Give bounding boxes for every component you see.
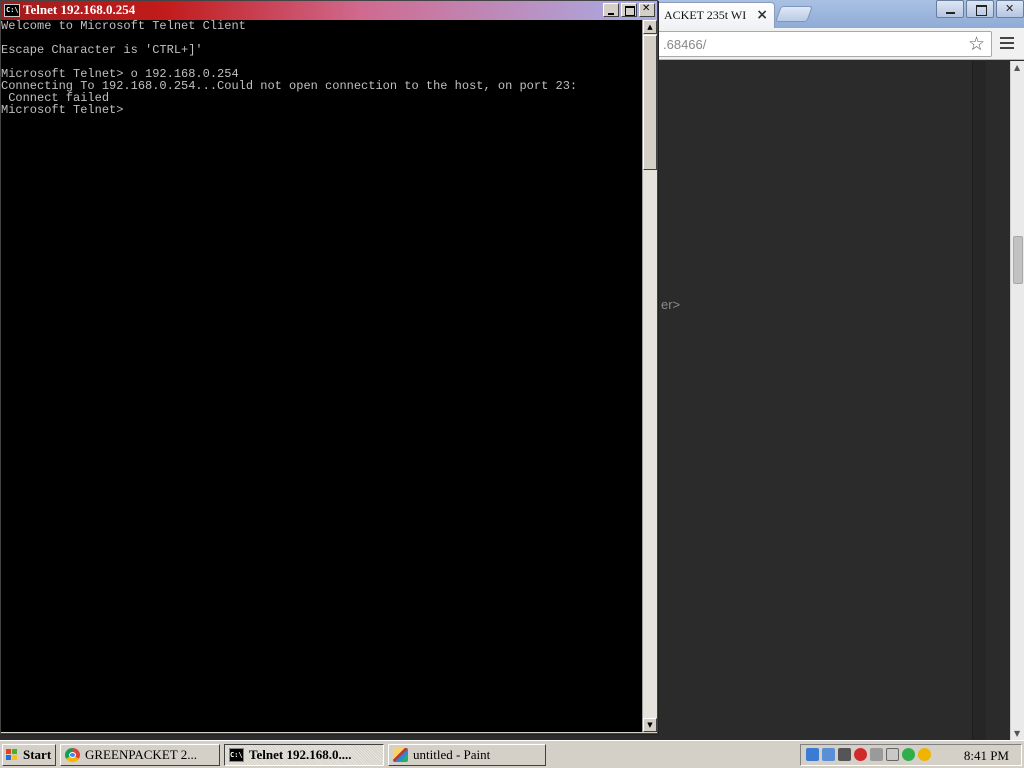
connection-icon[interactable] [838,748,851,761]
window-title: Telnet 192.168.0.254 [23,2,136,17]
page-scrollbar[interactable]: ▲ ▼ [1010,61,1024,740]
taskbar-item-telnet[interactable]: C:\ Telnet 192.168.0.... [224,744,384,766]
scroll-down-icon[interactable]: ▼ [643,718,657,732]
device-icon[interactable] [870,748,883,761]
network-icon[interactable] [806,748,819,761]
browser-tab[interactable]: ACKET 235t WI × [655,2,775,28]
scroll-up-icon[interactable]: ▲ [1014,63,1020,72]
telnet-window: C:\ Telnet 192.168.0.254 Welcome to Micr… [0,0,658,734]
new-tab-button[interactable] [775,6,813,22]
windows-logo-icon [6,749,18,761]
chrome-close-button[interactable] [996,0,1024,18]
volume-icon[interactable] [886,748,899,761]
browser-tab-title: ACKET 235t WI [664,8,747,22]
taskbar: Start GREENPACKET 2... C:\ Telnet 192.16… [0,740,1024,768]
paint-icon [393,748,408,762]
editor-text: er> [661,297,681,312]
chrome-minimize-button[interactable] [936,0,964,18]
page-scroll-thumb[interactable] [1013,236,1023,284]
scroll-up-icon[interactable]: ▲ [643,20,657,34]
telnet-maximize-button[interactable] [621,3,637,17]
telnet-minimize-button[interactable] [603,3,619,17]
chrome-menu-icon[interactable] [1000,37,1014,51]
taskbar-clock[interactable]: 8:41 PM [964,748,1009,764]
display-icon[interactable] [822,748,835,761]
taskbar-item-label: Telnet 192.168.0.... [249,747,352,762]
address-bar-url: .68466/ [663,37,707,52]
taskbar-item-chrome[interactable]: GREENPACKET 2... [60,744,220,766]
console-icon: C:\ [229,748,244,762]
start-button[interactable]: Start [2,744,56,766]
editor-gutter [972,61,986,740]
console-line: Welcome to Microsoft Telnet Client [1,20,246,33]
telnet-close-button[interactable] [639,3,655,17]
telnet-window-controls [601,3,655,17]
address-bar[interactable]: .68466/ ☆ [650,31,992,57]
system-tray: 8:41 PM [800,744,1022,766]
security-alert-icon[interactable] [854,748,867,761]
chrome-icon [65,748,80,762]
taskbar-item-label: GREENPACKET 2... [85,747,197,762]
scroll-down-icon[interactable]: ▼ [1014,729,1020,738]
console-output[interactable]: Welcome to Microsoft Telnet Client Escap… [1,20,642,732]
status-icon[interactable] [902,748,915,761]
console-line: Escape Character is 'CTRL+]' [1,43,203,57]
console-scrollbar[interactable]: ▲ ▼ [642,20,657,732]
chrome-window-controls [934,0,1024,20]
tab-close-icon[interactable]: × [756,7,768,23]
bookmark-star-icon[interactable]: ☆ [968,33,985,55]
chrome-maximize-button[interactable] [966,0,994,18]
console-prompt: Microsoft Telnet> [1,103,124,117]
console-icon[interactable]: C:\ [4,4,20,17]
taskbar-item-paint[interactable]: untitled - Paint [388,744,546,766]
start-label: Start [23,747,52,762]
taskbar-item-label: untitled - Paint [413,747,491,762]
update-icon[interactable] [918,748,931,761]
console-scroll-thumb[interactable] [643,35,657,170]
telnet-titlebar[interactable]: C:\ Telnet 192.168.0.254 [1,1,657,20]
